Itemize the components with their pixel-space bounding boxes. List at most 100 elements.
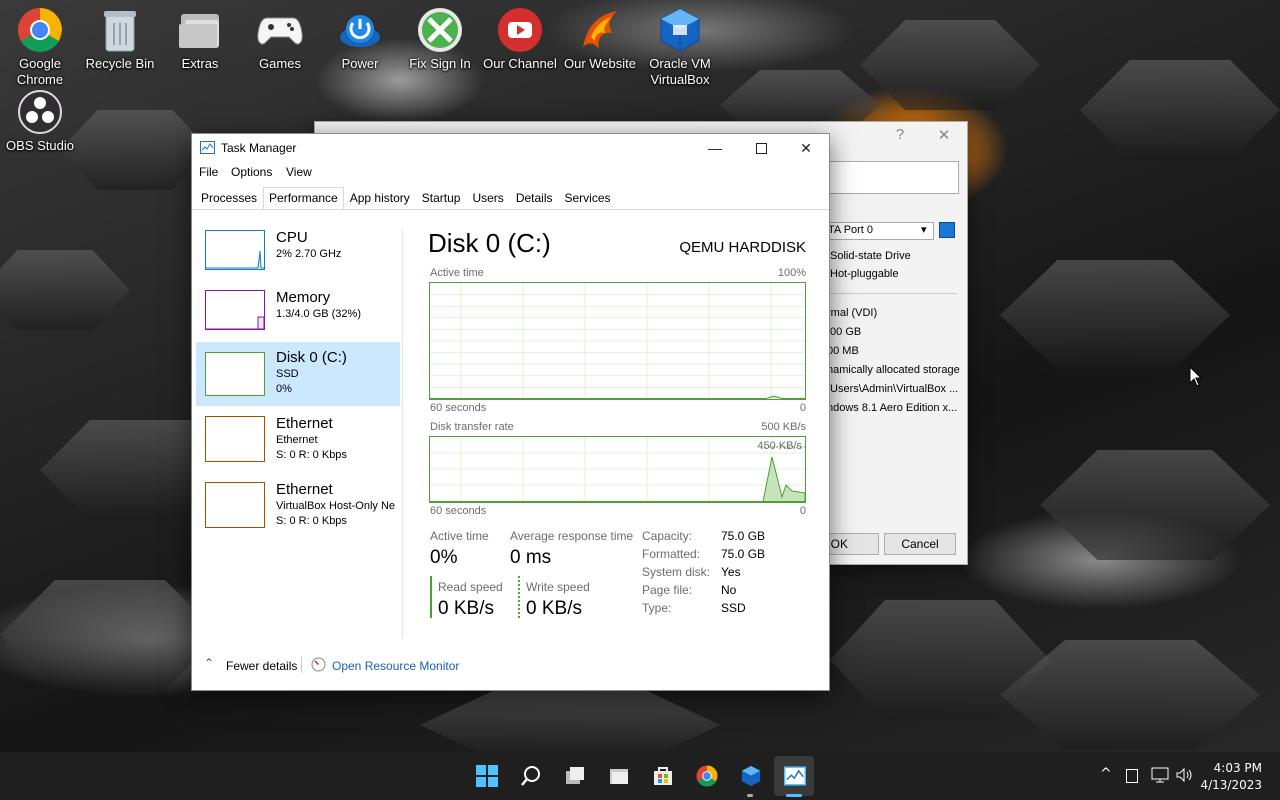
active-indicator [786, 794, 802, 797]
tab-services[interactable]: Services [559, 187, 617, 209]
search-icon [521, 766, 540, 786]
clock-time: 4:03 PM [1213, 761, 1262, 775]
network-icon[interactable] [1151, 767, 1169, 783]
prop-page-file-value: No [721, 583, 737, 597]
tab-details[interactable]: Details [510, 187, 559, 209]
tab-startup[interactable]: Startup [416, 187, 467, 209]
sidebar-item-cpu[interactable]: CPU 2% 2.70 GHz [196, 222, 400, 286]
chevron-up-icon[interactable]: ⌃ [204, 656, 214, 670]
sidebar-item-ethernet-virtualbox[interactable]: Ethernet VirtualBox Host-Only Ne S: 0 R:… [196, 474, 398, 538]
desktop-icon-chrome[interactable]: Google Chrome [0, 0, 80, 88]
transfer-rate-graph-span: 60 seconds [430, 505, 487, 517]
desktop-icon-obs[interactable]: OBS Studio [0, 82, 80, 154]
prop-page-file-label: Page file: [642, 583, 693, 597]
tab-performance[interactable]: Performance [263, 187, 344, 209]
memory-thumbnail [205, 290, 265, 330]
transfer-rate-graph [429, 436, 806, 503]
avg-response-label: Average response time [510, 529, 634, 543]
mouse-cursor-icon [1189, 366, 1203, 387]
cancel-button[interactable]: Cancel [884, 533, 956, 555]
volume-icon[interactable] [1176, 767, 1194, 783]
desktop-icon-our-channel[interactable]: Our Channel [480, 0, 560, 72]
menu-options[interactable]: Options [231, 165, 272, 179]
port-select[interactable]: TA Port 0 ▾ [827, 222, 934, 240]
close-button[interactable]: ✕ [783, 134, 829, 162]
desktop-icon-recycle-bin[interactable]: Recycle Bin [80, 0, 160, 72]
active-time-graph-min: 0 [799, 402, 806, 414]
disk-model: QEMU HARDDISK [679, 239, 806, 256]
ssd-checkbox-label[interactable]: Solid-state Drive [830, 250, 911, 262]
folder-icon [179, 14, 219, 48]
tab-processes[interactable]: Processes [195, 187, 263, 209]
write-speed-legend [518, 576, 520, 618]
recycle-bin-icon [104, 11, 136, 52]
gamepad-icon [257, 17, 303, 45]
chrome-taskbar-button[interactable] [695, 764, 719, 788]
chevron-up-icon[interactable]: ^ [1100, 766, 1112, 782]
running-indicator [747, 794, 753, 797]
store-button[interactable] [651, 764, 675, 788]
tab-bar: Processes Performance App history Startu… [195, 187, 617, 209]
titlebar[interactable]: Task Manager — ✕ [192, 134, 829, 162]
task-manager-icon [200, 141, 215, 154]
menu-file[interactable]: File [199, 165, 218, 179]
maximize-button[interactable] [738, 134, 784, 162]
avg-response-value: 0 ms [510, 547, 552, 568]
open-resource-monitor-link[interactable]: Open Resource Monitor [332, 659, 459, 673]
search-button[interactable] [519, 764, 543, 788]
info-line: namically allocated storage [827, 364, 960, 376]
desktop-icon-virtualbox[interactable]: Oracle VM VirtualBox [640, 0, 720, 88]
task-manager-window[interactable]: Task Manager — ✕ File Options View Proce… [191, 133, 830, 691]
write-speed-value: 0 KB/s [526, 598, 582, 619]
hot-pluggable-checkbox-label[interactable]: Hot-pluggable [830, 268, 899, 280]
menu-view[interactable]: View [286, 165, 312, 179]
task-view-icon [566, 767, 584, 784]
start-button[interactable] [475, 764, 499, 788]
chrome-icon [696, 765, 718, 787]
folder-icon [610, 769, 628, 784]
file-explorer-button[interactable] [607, 764, 631, 788]
resource-monitor-icon [311, 657, 326, 672]
minimize-icon: — [708, 140, 722, 156]
desktop-icon-fix-sign-in[interactable]: Fix Sign In [400, 0, 480, 72]
drive-icon[interactable] [939, 222, 955, 238]
minimize-button[interactable]: — [692, 134, 738, 162]
prop-capacity-value: 75.0 GB [721, 529, 766, 543]
clock-date: 4/13/2023 [1200, 778, 1262, 792]
virtualbox-taskbar-button[interactable] [739, 764, 763, 788]
fewer-details-link[interactable]: Fewer details [226, 659, 297, 673]
sidebar-divider [402, 230, 403, 638]
info-line: 00 MB [827, 345, 859, 357]
disk-title: Disk 0 (C:) [428, 228, 551, 258]
desktop-icon-games[interactable]: Games [240, 0, 320, 72]
desktop-icon-power[interactable]: Power [320, 0, 400, 72]
transfer-rate-graph-max: 500 KB/s [761, 421, 806, 433]
help-button[interactable]: ? [885, 126, 915, 143]
prop-system-disk-label: System disk: [642, 565, 711, 579]
active-time-graph-max: 100% [777, 267, 806, 279]
taskbar: ^ 4:03 PM 4/13/2023 [0, 752, 1280, 800]
task-view-button[interactable] [563, 764, 587, 788]
tab-divider [192, 209, 829, 210]
read-speed-legend [430, 576, 432, 618]
tray-icon[interactable] [1126, 769, 1138, 783]
store-icon [654, 767, 672, 785]
active-time-label: Active time [430, 529, 489, 543]
youtube-icon [498, 8, 542, 52]
virtualbox-icon [660, 8, 700, 52]
desktop-icon-our-website[interactable]: Our Website [560, 0, 640, 72]
sidebar-item-ethernet[interactable]: Ethernet Ethernet S: 0 R: 0 Kbps [196, 408, 400, 472]
footer: ⌃ Fewer details Open Resource Monitor [192, 654, 829, 678]
sidebar-item-disk[interactable]: Disk 0 (C:) SSD 0% [196, 342, 400, 406]
virtualbox-icon [741, 765, 761, 787]
tab-users[interactable]: Users [466, 187, 509, 209]
name-field[interactable] [827, 161, 959, 194]
sidebar-item-memory[interactable]: Memory 1.3/4.0 GB (32%) [196, 282, 400, 346]
task-manager-taskbar-button[interactable] [783, 764, 807, 788]
prop-system-disk-value: Yes [721, 565, 741, 579]
desktop-icon-extras[interactable]: Extras [160, 0, 240, 72]
clock[interactable]: 4:03 PM 4/13/2023 [1200, 760, 1262, 794]
tab-app-history[interactable]: App history [344, 187, 416, 209]
dialog-close-button[interactable]: ✕ [929, 126, 959, 144]
cpu-thumbnail [205, 230, 265, 270]
